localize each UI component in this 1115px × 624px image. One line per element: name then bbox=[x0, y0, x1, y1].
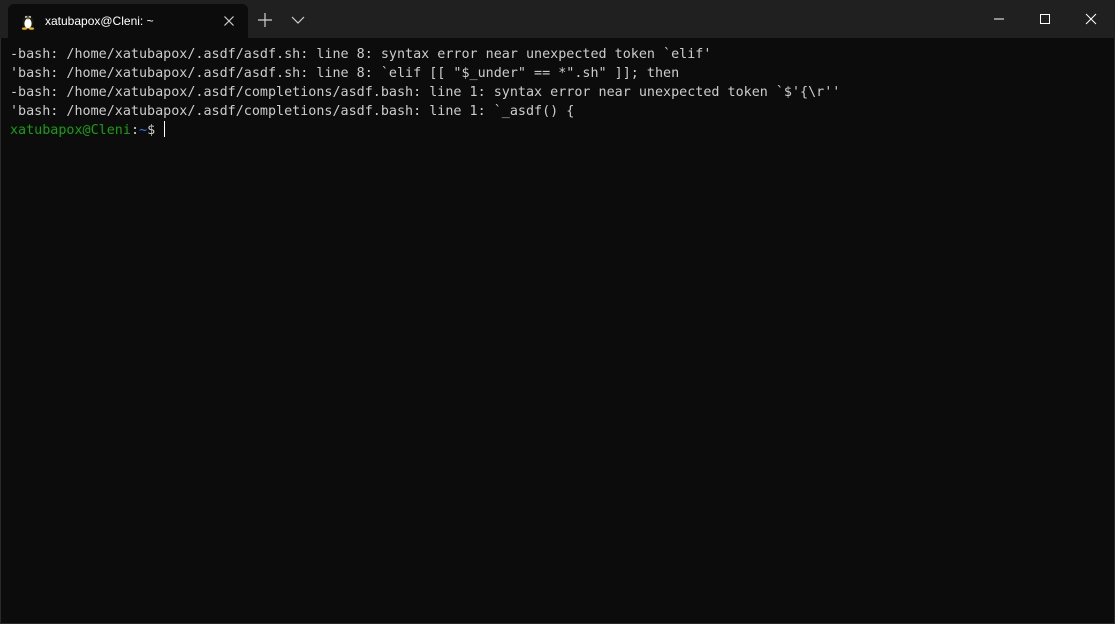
prompt-line[interactable]: xatubapox@Cleni:~$ bbox=[10, 121, 1114, 140]
linux-penguin-icon bbox=[20, 12, 36, 30]
tab-active[interactable]: xatubapox@Cleni: ~ bbox=[8, 4, 248, 38]
minimize-icon bbox=[994, 18, 1004, 20]
output-line: 'bash: /home/xatubapox/.asdf/completions… bbox=[10, 104, 575, 119]
minimize-button[interactable] bbox=[976, 0, 1022, 38]
chevron-down-icon[interactable] bbox=[288, 11, 308, 29]
new-tab-plus-icon[interactable] bbox=[254, 9, 276, 31]
output-line: -bash: /home/xatubapox/.asdf/asdf.sh: li… bbox=[10, 47, 712, 62]
terminal-output[interactable]: -bash: /home/xatubapox/.asdf/asdf.sh: li… bbox=[0, 38, 1115, 624]
output-line: 'bash: /home/xatubapox/.asdf/asdf.sh: li… bbox=[10, 66, 680, 81]
close-icon bbox=[1085, 13, 1097, 25]
terminal-window: xatubapox@Cleni: ~ -bash: /home/xatubapo… bbox=[0, 0, 1115, 624]
output-line: -bash: /home/xatubapox/.asdf/completions… bbox=[10, 85, 841, 100]
text-cursor bbox=[164, 121, 166, 137]
prompt-separator: : bbox=[130, 123, 139, 138]
tab-title: xatubapox@Cleni: ~ bbox=[45, 14, 154, 28]
maximize-icon bbox=[1040, 14, 1050, 24]
close-window-button[interactable] bbox=[1068, 0, 1114, 38]
tab-close-icon[interactable] bbox=[220, 12, 238, 30]
title-bar[interactable]: xatubapox@Cleni: ~ bbox=[0, 0, 1115, 38]
prompt-path: ~ bbox=[139, 123, 148, 138]
maximize-button[interactable] bbox=[1022, 0, 1068, 38]
prompt-symbol: $ bbox=[147, 123, 164, 138]
prompt-user-host: xatubapox@Cleni bbox=[10, 123, 131, 138]
